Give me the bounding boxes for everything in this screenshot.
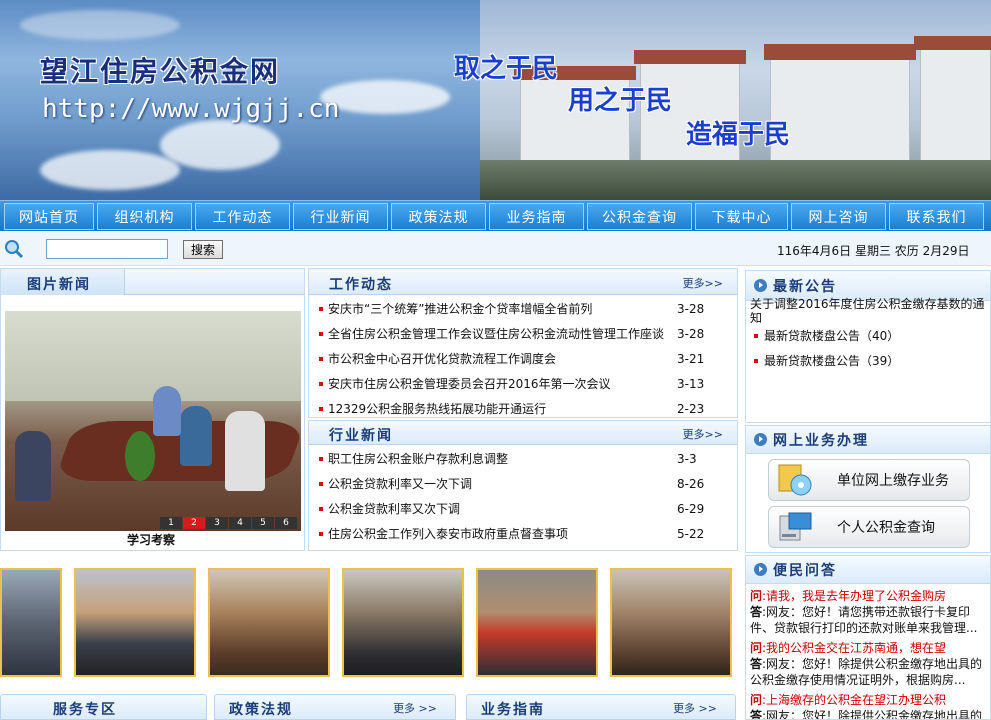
banner-photo: [480, 0, 991, 200]
photo-news-tab[interactable]: 图片新闻: [1, 269, 125, 295]
work-news-panel: 工作动态 更多>> 安庆市“三个统筹”推进公积金个贷率增幅全省前列 3-28 全省…: [308, 268, 738, 418]
guide-header: 业务指南 更多 >>: [466, 694, 736, 720]
work-news-title: 工作动态: [329, 277, 393, 293]
site-url: http://www.wjgjj.cn: [42, 94, 340, 124]
work-news-item[interactable]: 12329公积金服务热线拓展功能开通运行 2-23: [309, 396, 737, 421]
work-news-item[interactable]: 安庆市“三个统筹”推进公积金个贷率增幅全省前列 3-28: [309, 296, 737, 321]
nav-fund-query[interactable]: 公积金查询: [587, 203, 692, 230]
photo-news-image[interactable]: 1 2 3 4 5 6: [5, 311, 301, 531]
qa-question[interactable]: 问:我的公积金交在江苏南通，想在望: [746, 640, 990, 656]
work-news-more-link[interactable]: 更多>>: [683, 275, 723, 291]
announcement-scroll-item[interactable]: 关于调整2016年度住房公积金缴存基数的通知: [746, 297, 990, 323]
qa-answer: 答:网友：您好！除提供公积金缴存地出具的: [750, 709, 983, 720]
industry-news-header: 行业新闻 更多>>: [309, 421, 737, 445]
slogan-3: 造福于民: [686, 120, 791, 150]
photo-pager: 1 2 3 4 5 6: [159, 517, 297, 529]
personal-query-button[interactable]: 个人公积金查询: [768, 506, 970, 548]
date-display: 116年4月6日 星期三 农历 2月29日: [777, 244, 970, 258]
industry-news-item[interactable]: 住房公积金工作列入泰安市政府重点督查事项 5-22: [309, 521, 737, 546]
work-news-item[interactable]: 市公积金中心召开优化贷款流程工作调度会 3-21: [309, 346, 737, 371]
photo-page-2[interactable]: 2: [183, 517, 205, 529]
industry-news-more-link[interactable]: 更多>>: [683, 426, 723, 442]
policy-title: 政策法规: [229, 702, 293, 718]
nav-work-news[interactable]: 工作动态: [195, 203, 290, 230]
main-nav: 网站首页 组织机构 工作动态 行业新闻 政策法规 业务指南 公积金查询 下载中心…: [0, 200, 991, 231]
photo-thumbnail[interactable]: [610, 568, 732, 677]
qa-answer: 答:网友：您好！请您携带还款银行卡复印件、贷款银行打印的还款对账单来我管理...: [750, 605, 978, 635]
nav-contact[interactable]: 联系我们: [889, 203, 984, 230]
service-zone-header: 服务专区: [0, 694, 207, 720]
announcement-item[interactable]: 最新贷款楼盘公告（39）: [746, 348, 990, 373]
document-cd-icon: [778, 464, 812, 496]
industry-news-panel: 行业新闻 更多>> 职工住房公积金账户存款利息调整 3-3 公积金贷款利率又一次下…: [308, 420, 738, 551]
slogan-2: 用之于民: [568, 86, 673, 116]
personal-query-label: 个人公积金查询: [837, 520, 935, 536]
search-bar: 搜索 116年4月6日 星期三 农历 2月29日: [0, 232, 991, 266]
site-title: 望江住房公积金网: [40, 55, 281, 88]
unit-deposit-label: 单位网上缴存业务: [837, 473, 949, 489]
computer-icon: [779, 512, 812, 541]
arrow-circle-icon: [754, 433, 767, 446]
unit-deposit-button[interactable]: 单位网上缴存业务: [768, 459, 970, 501]
search-input[interactable]: [46, 239, 168, 259]
photo-caption[interactable]: 学习考察: [1, 531, 301, 548]
search-button[interactable]: 搜索: [183, 240, 223, 259]
policy-more-link[interactable]: 更多 >>: [393, 700, 437, 716]
nav-consult[interactable]: 网上咨询: [791, 203, 886, 230]
slogan-1: 取之于民: [454, 54, 559, 84]
arrow-circle-icon: [754, 279, 767, 292]
nav-guide[interactable]: 业务指南: [489, 203, 584, 230]
qa-answer: 答:网友：您好！除提供公积金缴存地出具的公积金缴存使用情况证明外，根据购房...: [750, 657, 983, 687]
industry-news-item[interactable]: 职工住房公积金账户存款利息调整 3-3: [309, 446, 737, 471]
nav-industry-news[interactable]: 行业新闻: [293, 203, 388, 230]
search-icon: [5, 240, 24, 259]
announcements-panel: 最新公告 关于调整2016年度住房公积金缴存基数的通知 最新贷款楼盘公告（40）…: [745, 270, 991, 423]
photo-page-1[interactable]: 1: [160, 517, 182, 529]
header-banner: 望江住房公积金网 http://www.wjgjj.cn 取之于民 用之于民 造…: [0, 0, 991, 200]
industry-news-item[interactable]: 公积金贷款利率又次下调 6-29: [309, 496, 737, 521]
photo-page-6[interactable]: 6: [275, 517, 297, 529]
nav-organization[interactable]: 组织机构: [97, 203, 192, 230]
photo-page-5[interactable]: 5: [252, 517, 274, 529]
industry-news-item[interactable]: 公积金贷款利率又一次下调 8-26: [309, 471, 737, 496]
nav-download[interactable]: 下载中心: [695, 203, 788, 230]
guide-title: 业务指南: [481, 702, 545, 718]
policy-header: 政策法规 更多 >>: [214, 694, 456, 720]
work-news-item[interactable]: 安庆市住房公积金管理委员会召开2016年第一次会议 3-13: [309, 371, 737, 396]
photo-thumbnail[interactable]: [342, 568, 464, 677]
guide-more-link[interactable]: 更多 >>: [673, 700, 717, 716]
qa-question[interactable]: 问:请我，我是去年办理了公积金购房: [746, 588, 990, 604]
photo-thumbnail[interactable]: [476, 568, 598, 677]
nav-home[interactable]: 网站首页: [4, 203, 94, 230]
qa-header: 便民问答: [746, 556, 990, 584]
photo-strip: [0, 562, 741, 684]
industry-news-title: 行业新闻: [329, 428, 393, 444]
arrow-circle-icon: [754, 563, 767, 576]
photo-news-title: 图片新闻: [27, 277, 91, 293]
photo-news-panel: 图片新闻 1 2 3 4 5 6 学习考察: [0, 268, 305, 551]
qa-panel: 便民问答 问:请我，我是去年办理了公积金购房 答:网友：您好！请您携带还款银行卡…: [745, 555, 991, 720]
qa-question[interactable]: 问:上海缴存的公积金在望江办理公积: [746, 692, 990, 708]
announcements-title: 最新公告: [773, 278, 837, 295]
nav-policy[interactable]: 政策法规: [391, 203, 486, 230]
photo-thumbnail[interactable]: [74, 568, 196, 677]
online-business-panel: 网上业务办理 单位网上缴存业务 个人公积金查询: [745, 425, 991, 553]
online-business-header: 网上业务办理: [746, 426, 990, 454]
work-news-item[interactable]: 全省住房公积金管理工作会议暨住房公积金流动性管理工作座谈 3-28: [309, 321, 737, 346]
photo-page-4[interactable]: 4: [229, 517, 251, 529]
right-column: 最新公告 关于调整2016年度住房公积金缴存基数的通知 最新贷款楼盘公告（40）…: [745, 268, 991, 720]
photo-page-3[interactable]: 3: [206, 517, 228, 529]
online-business-title: 网上业务办理: [773, 432, 869, 449]
photo-thumbnail[interactable]: [0, 568, 62, 677]
service-zone-title: 服务专区: [53, 702, 117, 718]
announcement-item[interactable]: 最新贷款楼盘公告（40）: [746, 323, 990, 348]
photo-thumbnail[interactable]: [208, 568, 330, 677]
qa-title: 便民问答: [773, 562, 837, 579]
work-news-header: 工作动态 更多>>: [309, 269, 737, 295]
